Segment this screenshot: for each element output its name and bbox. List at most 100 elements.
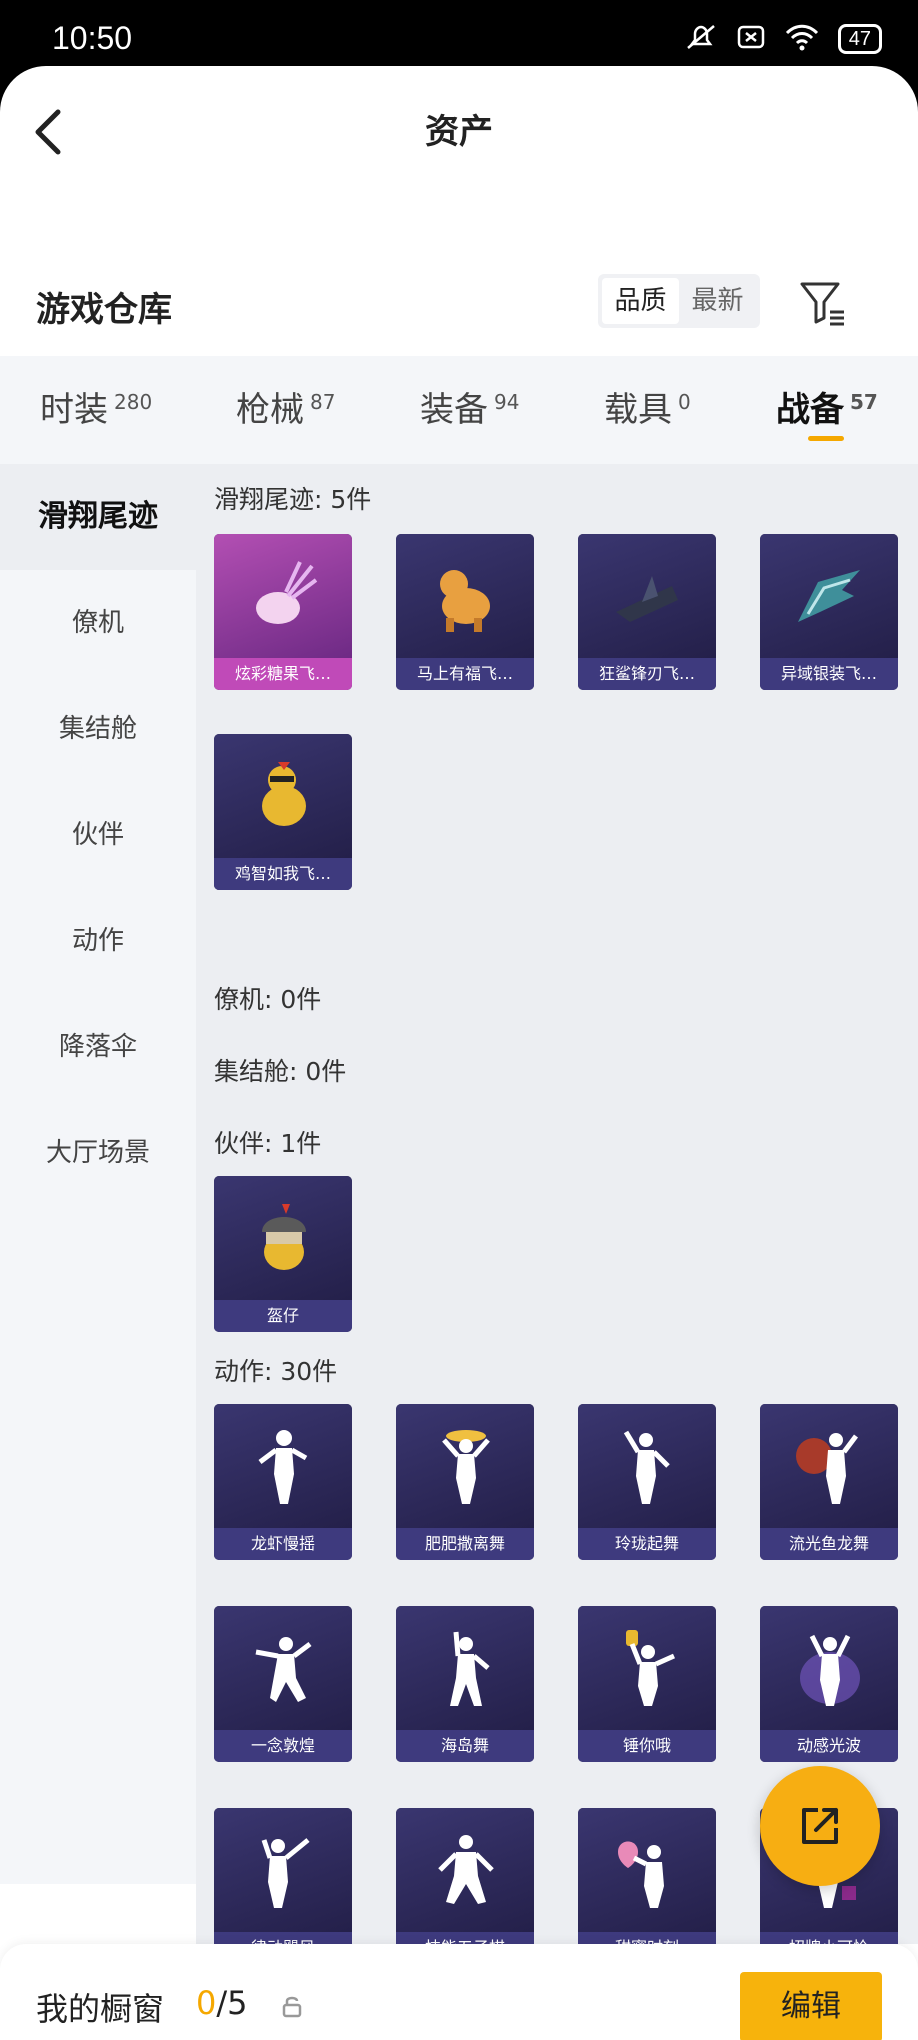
sort-newest-button[interactable]: 最新 xyxy=(679,278,756,324)
item-card[interactable]: 海岛舞 xyxy=(396,1606,534,1762)
item-card[interactable]: 马上有福飞… xyxy=(396,534,534,690)
candy-icon xyxy=(256,561,318,624)
item-image xyxy=(214,1404,352,1528)
item-card[interactable]: 甜蜜时刻 xyxy=(578,1808,716,1944)
section-title-pod: 集结舱: 0件 xyxy=(214,1057,347,1086)
item-card[interactable]: 锤你哦 xyxy=(578,1606,716,1762)
dancer-icon xyxy=(800,1634,860,1706)
tab-label: 时装 xyxy=(40,390,108,430)
item-image xyxy=(760,1606,898,1730)
tab-count: 57 xyxy=(850,389,878,414)
item-name: 技能五子棋 xyxy=(396,1932,534,1944)
tab-label: 载具 xyxy=(604,390,672,430)
tab-count: 87 xyxy=(310,389,336,414)
showcase-total: /5 xyxy=(216,1984,248,2022)
item-image xyxy=(214,1176,352,1300)
wifi-icon xyxy=(784,22,820,56)
item-image xyxy=(578,1808,716,1932)
edit-button[interactable]: 编辑 xyxy=(740,1972,882,2040)
status-time: 10:50 xyxy=(52,20,133,56)
tab-weapons[interactable]: 枪械 87 xyxy=(236,382,335,431)
horse-icon xyxy=(440,570,490,632)
showcase-count: 0/5 xyxy=(196,1984,248,2022)
item-name: 海岛舞 xyxy=(396,1730,534,1762)
item-name: 律动飓风 xyxy=(214,1932,352,1944)
item-card[interactable]: 炫彩糖果飞… xyxy=(214,534,352,690)
sidebar-item-lobby-scene[interactable]: 大厅场景 xyxy=(0,1100,196,1206)
filter-icon xyxy=(800,282,844,326)
status-icons: 47 xyxy=(684,22,882,56)
page-title: 资产 xyxy=(425,112,493,152)
item-card[interactable]: 玲珑起舞 xyxy=(578,1404,716,1560)
section-title-partner: 伙伴: 1件 xyxy=(214,1129,322,1158)
sort-toggle: 品质 最新 xyxy=(598,274,760,328)
sidebar-item-glide-trail[interactable]: 滑翔尾迹 xyxy=(0,464,196,570)
tab-label: 战备 xyxy=(776,390,844,430)
item-card[interactable]: 异域银装飞… xyxy=(760,534,898,690)
item-image xyxy=(214,534,352,658)
tab-equipment[interactable]: 装备 94 xyxy=(420,382,519,431)
external-link-icon xyxy=(802,1808,838,1844)
tab-count: 0 xyxy=(678,389,691,414)
item-card[interactable]: 狂鲨锋刃飞… xyxy=(578,534,716,690)
mute-icon xyxy=(684,22,718,56)
item-card[interactable]: 盔仔 xyxy=(214,1176,352,1332)
chicken-icon xyxy=(262,762,306,826)
item-image xyxy=(396,534,534,658)
item-name: 龙虾慢摇 xyxy=(214,1528,352,1560)
filter-button[interactable] xyxy=(798,278,848,328)
dancer-icon xyxy=(255,1637,312,1702)
assets-sheet: 资产 游戏仓库 品质 最新 时装 280 枪械 87 装备 94 载具 0 战备 57 滑… xyxy=(0,66,918,2040)
active-tab-indicator xyxy=(808,436,844,441)
tab-gear[interactable]: 战备 57 xyxy=(776,382,878,431)
item-image xyxy=(214,734,352,858)
sidebar-item-emote[interactable]: 动作 xyxy=(0,888,196,994)
sidebar-item-pod[interactable]: 集结舱 xyxy=(0,676,196,782)
lock-icon xyxy=(280,1994,304,2018)
tab-outfit[interactable]: 时装 280 xyxy=(40,382,152,431)
dancer-icon xyxy=(623,1430,670,1504)
item-card[interactable]: 肥肥撒离舞 xyxy=(396,1404,534,1560)
section-title-wingman: 僚机: 0件 xyxy=(214,985,322,1014)
sidebar-item-parachute[interactable]: 降落伞 xyxy=(0,994,196,1100)
shark-icon xyxy=(616,576,678,622)
item-card[interactable]: 龙虾慢摇 xyxy=(214,1404,352,1560)
item-name: 狂鲨锋刃飞… xyxy=(578,658,716,690)
dancer-icon xyxy=(261,1838,310,1908)
tab-label: 装备 xyxy=(420,390,488,430)
dancer-icon xyxy=(796,1433,858,1504)
item-name: 肥肥撒离舞 xyxy=(396,1528,534,1560)
item-name: 马上有福飞… xyxy=(396,658,534,690)
item-image xyxy=(760,534,898,658)
item-name: 异域银装飞… xyxy=(760,658,898,690)
item-image xyxy=(396,1808,534,1932)
dancer-icon xyxy=(258,1430,308,1504)
item-name: 玲珑起舞 xyxy=(578,1528,716,1560)
share-fab-button[interactable] xyxy=(760,1766,880,1886)
sidebar-item-partner[interactable]: 伙伴 xyxy=(0,782,196,888)
helmet-chick-icon xyxy=(262,1204,306,1270)
dancer-icon xyxy=(626,1630,676,1706)
item-card[interactable]: 技能五子棋 xyxy=(396,1808,534,1944)
storage-title: 游戏仓库 xyxy=(36,290,172,330)
item-name: 鸡智如我飞… xyxy=(214,858,352,890)
showcase-current: 0 xyxy=(196,1984,217,2022)
sim-off-icon xyxy=(736,22,766,56)
tab-count: 280 xyxy=(114,389,153,414)
item-card[interactable]: 动感光波 xyxy=(760,1606,898,1762)
sort-quality-button[interactable]: 品质 xyxy=(602,278,679,324)
tab-count: 94 xyxy=(494,389,520,414)
item-card[interactable]: 鸡智如我飞… xyxy=(214,734,352,890)
item-name: 动感光波 xyxy=(760,1730,898,1762)
tab-vehicles[interactable]: 载具 0 xyxy=(604,382,691,431)
item-card[interactable]: 流光鱼龙舞 xyxy=(760,1404,898,1560)
item-image xyxy=(760,1404,898,1528)
dancer-icon xyxy=(450,1631,490,1706)
category-tabs: 时装 280 枪械 87 装备 94 载具 0 战备 57 xyxy=(0,356,918,464)
header: 资产 xyxy=(0,66,918,196)
sidebar: 滑翔尾迹 僚机 集结舱 伙伴 动作 降落伞 大厅场景 xyxy=(0,464,196,1884)
sidebar-item-wingman[interactable]: 僚机 xyxy=(0,570,196,676)
item-card[interactable]: 律动飓风 xyxy=(214,1808,352,1944)
item-image xyxy=(214,1606,352,1730)
item-card[interactable]: 一念敦煌 xyxy=(214,1606,352,1762)
